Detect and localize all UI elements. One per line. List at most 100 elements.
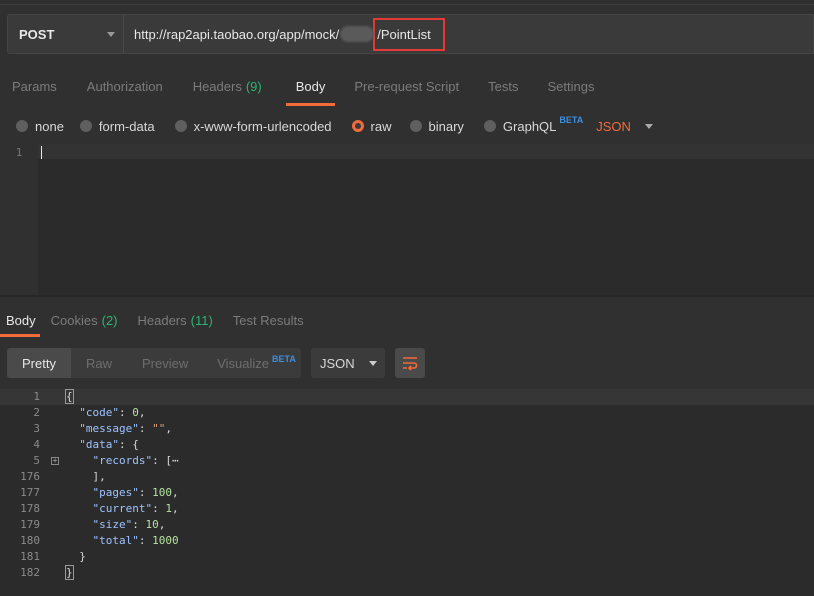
code-text: "size": 10,	[92, 518, 166, 531]
tab-response-headers-label: Headers	[137, 312, 187, 328]
beta-badge: BETA	[559, 115, 584, 125]
radio-graphql[interactable]: GraphQL BETA	[483, 115, 583, 134]
view-raw-label: Raw	[85, 355, 112, 371]
code-text: "message": "",	[79, 422, 172, 435]
line-number: 2	[33, 406, 40, 419]
line-number: 4	[33, 438, 40, 451]
top-bar	[0, 0, 814, 14]
view-preview[interactable]: Preview	[142, 356, 188, 371]
redacted-segment	[340, 26, 375, 42]
url-input[interactable]: http://rap2api.taobao.org/app/mock/ /Poin…	[134, 15, 445, 53]
method-label: POST	[19, 26, 55, 42]
tab-response-body-label: Body	[6, 312, 36, 328]
tab-cookies-label: Cookies	[50, 312, 98, 328]
code-text: }	[66, 550, 86, 563]
line-number: 178	[20, 502, 40, 515]
chevron-down-icon	[368, 360, 377, 366]
line-number: 181	[20, 550, 40, 563]
tab-body-label: Body	[295, 78, 326, 94]
tab-test-results-label: Test Results	[232, 312, 304, 328]
tab-pre-request-label: Pre-request Script	[354, 78, 460, 94]
line-number: 1	[33, 390, 40, 403]
current-line	[38, 144, 814, 159]
line-number: 177	[20, 486, 40, 499]
response-headers-count: (11)	[190, 312, 213, 328]
url-suffix-highlighted: /PointList	[373, 17, 445, 51]
radio-none[interactable]: none	[16, 119, 64, 134]
url-prefix: http://rap2api.taobao.org/app/mock/	[134, 26, 340, 42]
line-number: 182	[20, 566, 40, 579]
body-format-select[interactable]: JSON	[596, 119, 653, 134]
radio-binary-label: binary	[428, 118, 464, 134]
code-text: "total": 1000	[92, 534, 179, 547]
tab-test-results[interactable]: Test Results	[233, 303, 304, 337]
view-raw[interactable]: Raw	[86, 356, 112, 371]
code-text: ],	[66, 470, 106, 483]
tab-cookies[interactable]: Cookies (2)	[51, 303, 118, 337]
tab-tests-label: Tests	[488, 78, 519, 94]
chevron-down-icon	[644, 123, 653, 129]
body-type-options: none form-data x-www-form-urlencoded raw…	[0, 108, 814, 144]
response-format-select[interactable]: JSON	[311, 348, 385, 378]
radio-dot-icon	[409, 120, 422, 132]
code-text: {	[65, 389, 74, 404]
radio-form-data[interactable]: form-data	[79, 118, 155, 134]
cookies-count: (2)	[101, 312, 118, 328]
radio-form-data-label: form-data	[98, 118, 155, 134]
tab-authorization-label: Authorization	[86, 78, 163, 94]
tab-params[interactable]: Params	[12, 66, 57, 106]
request-url-bar: POST http://rap2api.taobao.org/app/mock/…	[7, 14, 814, 54]
view-preview-label: Preview	[141, 355, 189, 371]
code-text: "records": [⋯	[92, 454, 179, 467]
tab-body[interactable]: Body	[285, 66, 335, 106]
view-pretty[interactable]: Pretty	[7, 348, 71, 378]
wrap-icon	[403, 357, 418, 371]
headers-count: (9)	[245, 78, 262, 94]
line-number: 3	[33, 422, 40, 435]
radio-raw[interactable]: raw	[351, 119, 392, 134]
text-cursor	[41, 146, 42, 159]
code-text: }	[65, 565, 74, 580]
code-text: "pages": 100,	[92, 486, 179, 499]
expand-fold-icon[interactable]: +	[51, 457, 59, 465]
body-format-label: JSON	[596, 118, 631, 134]
radio-dot-icon	[79, 120, 92, 132]
tab-response-body[interactable]: Body	[0, 303, 40, 337]
code-text: "data": {	[79, 438, 139, 451]
radio-binary[interactable]: binary	[409, 118, 464, 134]
tab-headers[interactable]: Headers (9)	[193, 66, 262, 106]
beta-badge: BETA	[272, 353, 296, 364]
view-pretty-label: Pretty	[22, 355, 56, 371]
current-line	[0, 389, 814, 405]
view-visualize-label: Visualize	[217, 355, 270, 371]
code-text: "code": 0,	[79, 406, 146, 419]
line-number: 176	[20, 470, 40, 483]
code-text: "current": 1,	[92, 502, 179, 515]
response-toolbar: Pretty Raw Preview Visualize BETA JSON	[0, 345, 814, 381]
line-number: 180	[20, 534, 40, 547]
request-body-editor[interactable]: 1	[0, 144, 814, 295]
radio-dot-icon	[174, 120, 187, 132]
line-number: 1	[15, 146, 23, 159]
tab-response-headers[interactable]: Headers (11)	[138, 303, 213, 337]
method-select[interactable]: POST	[8, 15, 124, 53]
view-visualize[interactable]: Visualize BETA	[217, 353, 296, 371]
line-number: 5	[33, 454, 40, 467]
tab-pre-request-script[interactable]: Pre-request Script	[354, 66, 459, 106]
radio-graphql-label: GraphQL	[502, 118, 557, 134]
wrap-lines-button[interactable]	[395, 348, 425, 378]
tab-settings[interactable]: Settings	[547, 66, 594, 106]
tab-tests[interactable]: Tests	[488, 66, 518, 106]
tab-headers-label: Headers	[192, 78, 242, 94]
radio-dot-selected-icon	[351, 120, 364, 132]
radio-dot-icon	[483, 120, 496, 132]
editor-gutter: 1	[0, 144, 38, 295]
pane-divider[interactable]	[0, 295, 814, 297]
response-tabs: Body Cookies (2) Headers (11) Test Results	[0, 303, 814, 337]
radio-dot-icon	[16, 120, 28, 132]
response-body-viewer[interactable]: 1 {2 "code": 0, 3 "message": "", 4 "data": …	[0, 389, 814, 596]
radio-urlencoded-label: x-www-form-urlencoded	[193, 118, 332, 134]
tab-authorization[interactable]: Authorization	[87, 66, 163, 106]
request-tabs: Params Authorization Headers (9) Body Pre…	[0, 66, 814, 106]
radio-urlencoded[interactable]: x-www-form-urlencoded	[174, 118, 332, 134]
